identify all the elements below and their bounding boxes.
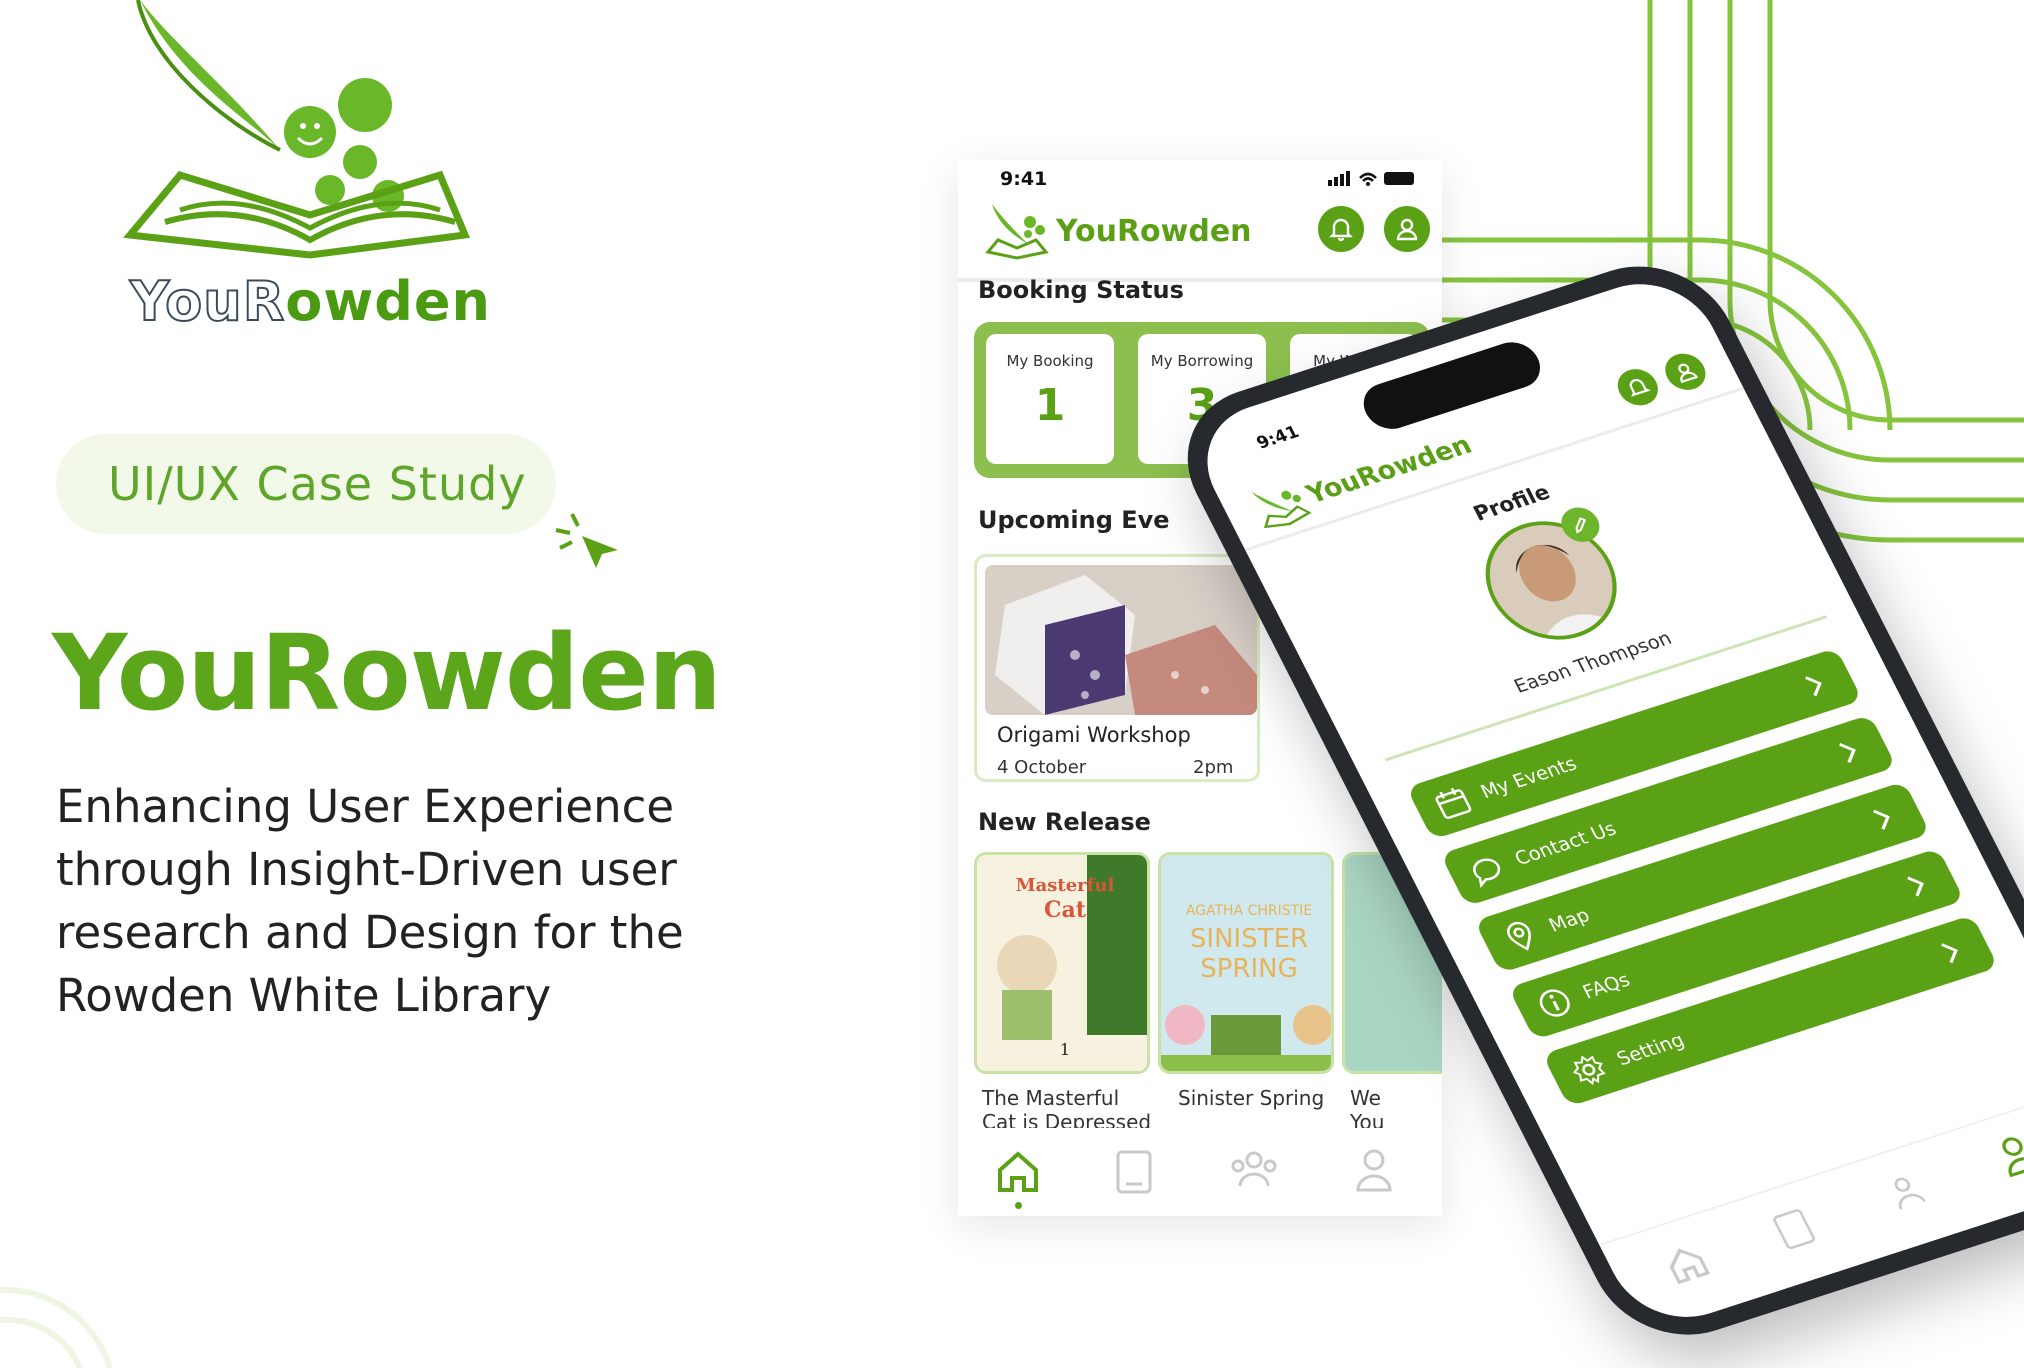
- svg-text:Cat: Cat: [1044, 897, 1087, 923]
- notification-button[interactable]: [1318, 206, 1364, 252]
- cursor-click-icon: [555, 513, 618, 568]
- app-logo-icon: [985, 204, 1049, 260]
- svg-text:AGATHA CHRISTIE: AGATHA CHRISTIE: [1186, 903, 1312, 919]
- chevron-right-icon: [1941, 943, 1958, 964]
- app-title: YouRowden: [1301, 430, 1477, 510]
- event-time: 2pm: [1193, 757, 1234, 778]
- map-pin-icon: [1507, 921, 1531, 951]
- menu-label: FAQs: [1579, 969, 1634, 1004]
- chevron-right-icon: [1907, 876, 1924, 897]
- menu-label: Map: [1545, 904, 1594, 937]
- notification-button[interactable]: [1611, 364, 1665, 411]
- info-icon: [1539, 989, 1570, 1017]
- svg-text:1: 1: [1060, 1040, 1070, 1059]
- chat-icon: [1473, 858, 1501, 888]
- menu-label: Contact Us: [1511, 817, 1620, 870]
- chevron-right-icon: [1805, 676, 1822, 697]
- upcoming-events-heading: Upcoming Eve: [978, 506, 1170, 534]
- logo-wordmark: YouRowden: [129, 269, 491, 334]
- book-title: The Masterful Cat is Depressed: [982, 1086, 1152, 1134]
- book-icon[interactable]: [1769, 1206, 1820, 1253]
- bottom-tab-bar: [1598, 1082, 2024, 1335]
- bell-icon: [1629, 379, 1651, 397]
- active-tab-dot: [1015, 1202, 1022, 1209]
- book-cover[interactable]: Masterful Cat 1: [974, 852, 1150, 1074]
- profile-icon[interactable]: [1990, 1131, 2024, 1178]
- user-icon: [1396, 218, 1418, 241]
- status-time: 9:41: [1000, 168, 1048, 190]
- stat-label: My Borrowing: [1150, 352, 1254, 370]
- event-card[interactable]: Origami Workshop 4 October 2pm: [974, 554, 1260, 782]
- bell-icon: [1329, 218, 1353, 242]
- gear-icon: [1572, 1055, 1606, 1086]
- new-release-heading: New Release: [978, 808, 1151, 836]
- stat-my-booking[interactable]: My Booking 1: [986, 334, 1114, 464]
- book-title: Sinister Spring: [1178, 1086, 1325, 1110]
- svg-text:SINISTER: SINISTER: [1190, 924, 1308, 954]
- event-date: 4 October: [997, 757, 1087, 778]
- book-title: We You: [1350, 1086, 1385, 1134]
- home-icon[interactable]: [994, 1148, 1042, 1196]
- hero-description: Enhancing User Experience through Insigh…: [56, 780, 684, 1022]
- profile-icon[interactable]: [1354, 1148, 1394, 1192]
- app-header: YouRowden: [958, 196, 1442, 282]
- bottom-tab-bar: [958, 1128, 1442, 1216]
- calendar-icon: [1435, 787, 1472, 819]
- chevron-right-icon: [1839, 743, 1856, 763]
- chevron-right-icon: [1873, 809, 1890, 830]
- decorative-arc: [0, 1286, 113, 1368]
- profile-button[interactable]: [1658, 348, 1713, 395]
- status-time: 9:41: [1253, 422, 1303, 454]
- stat-label: My Booking: [1006, 352, 1094, 370]
- event-name: Origami Workshop: [997, 723, 1191, 747]
- user-icon: [1678, 363, 1699, 384]
- community-icon[interactable]: [1878, 1170, 1934, 1215]
- case-study-tag-label: UI/UX Case Study: [108, 457, 527, 511]
- hero-title: YouRowden: [52, 612, 722, 734]
- stat-value: 1: [1034, 380, 1066, 431]
- profile-button[interactable]: [1384, 206, 1430, 252]
- status-icons: [1328, 171, 1414, 186]
- svg-text:SPRING: SPRING: [1200, 954, 1298, 984]
- pencil-icon: [1575, 517, 1587, 534]
- event-image: [985, 565, 1257, 715]
- home-icon[interactable]: [1658, 1240, 1714, 1288]
- svg-text:Masterful: Masterful: [1016, 875, 1115, 896]
- menu-label: Setting: [1613, 1029, 1689, 1071]
- case-study-tag: UI/UX Case Study: [56, 434, 556, 534]
- menu-label: My Events: [1477, 752, 1581, 804]
- book-cover[interactable]: AGATHA CHRISTIE SINISTER SPRING: [1158, 852, 1334, 1074]
- avatar[interactable]: [1463, 505, 1639, 656]
- booking-status-heading: Booking Status: [978, 276, 1184, 304]
- book-icon[interactable]: [1114, 1150, 1154, 1194]
- app-title: YouRowden: [1056, 214, 1252, 249]
- community-icon[interactable]: [1230, 1150, 1278, 1190]
